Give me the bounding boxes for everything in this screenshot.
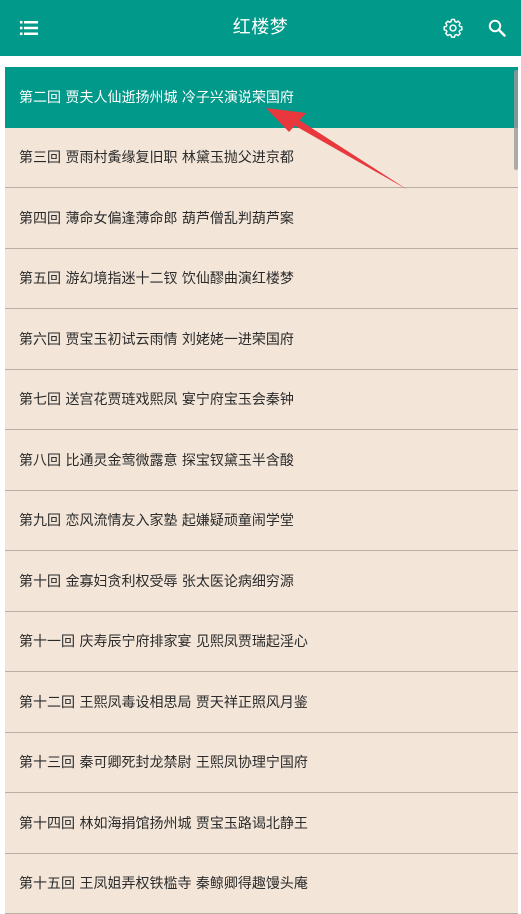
chapter-item[interactable]: 第三回 贾雨村夤缘复旧职 林黛玉抛父进京都 bbox=[5, 127, 518, 188]
settings-button[interactable] bbox=[437, 12, 469, 44]
chapter-item[interactable]: 第十五回 王凤姐弄权铁槛寺 秦鲸卿得趣馒头庵 bbox=[5, 853, 518, 914]
chapter-item[interactable]: 第六回 贾宝玉初试云雨情 刘姥姥一进荣国府 bbox=[5, 309, 518, 370]
chapter-item[interactable]: 第十回 金寡妇贪利权受辱 张太医论病细穷源 bbox=[5, 551, 518, 612]
chapter-item[interactable]: 第五回 游幻境指迷十二钗 饮仙醪曲演红楼梦 bbox=[5, 248, 518, 309]
chapter-item[interactable]: 第八回 比通灵金莺微露意 探宝钗黛玉半含酸 bbox=[5, 430, 518, 491]
search-icon bbox=[488, 19, 506, 37]
chapter-item-selected[interactable]: 第二回 贾夫人仙逝扬州城 冷子兴演说荣国府 bbox=[5, 67, 518, 128]
app-bar: 红楼梦 bbox=[0, 0, 521, 56]
chapter-item[interactable]: 第七回 送宫花贾琏戏熙凤 宴宁府宝玉会秦钟 bbox=[5, 369, 518, 430]
chapter-item[interactable]: 第十四回 林如海捐馆扬州城 贾宝玉路谒北静王 bbox=[5, 793, 518, 854]
chapter-item[interactable]: 第十二回 王熙凤毒设相思局 贾天祥正照风月鉴 bbox=[5, 672, 518, 733]
chapter-list: 第二回 贾夫人仙逝扬州城 冷子兴演说荣国府 第三回 贾雨村夤缘复旧职 林黛玉抛父… bbox=[5, 67, 518, 914]
search-button[interactable] bbox=[481, 12, 513, 44]
chapter-item[interactable]: 第九回 恋风流情友入家塾 起嫌疑顽童闹学堂 bbox=[5, 490, 518, 551]
gear-icon bbox=[443, 18, 463, 38]
chapter-item[interactable]: 第十三回 秦可卿死封龙禁尉 王熙凤协理宁国府 bbox=[5, 732, 518, 793]
chapter-item[interactable]: 第四回 薄命女偏逢薄命郎 葫芦僧乱判葫芦案 bbox=[5, 188, 518, 249]
chapter-item[interactable]: 第十一回 庆寿辰宁府排家宴 见熙凤贾瑞起淫心 bbox=[5, 611, 518, 672]
list-scrollbar[interactable] bbox=[514, 70, 518, 170]
